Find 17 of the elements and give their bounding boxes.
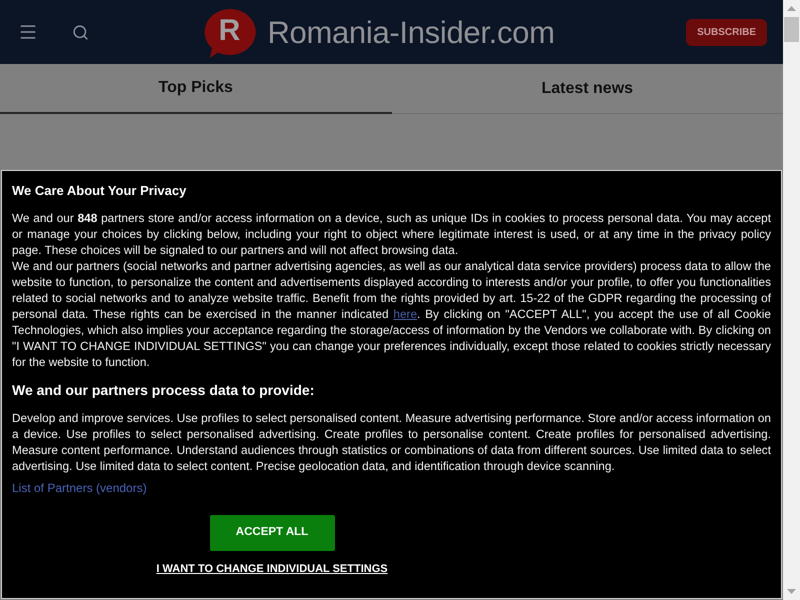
subscribe-button[interactable]: SUBSCRIBE <box>686 18 767 46</box>
scroll-thumb[interactable] <box>784 17 799 42</box>
partners-link[interactable]: List of Partners (vendors) <box>12 480 147 496</box>
purposes-paragraph: Develop and improve services. Use profiles to select personalised content. Measure advertising performance. Store and/or access information on a device. Use profiles to select personalised advertising. Create profiles to personalise content. Create profiles for personalised advertising. Measure content performance. Understand audiences through statistics or combinations of data from different sources. Use limited data to select advertising. Use limited data to select content. Precise geolocation data, and identification through device scanning. <box>12 410 771 474</box>
search-icon <box>72 24 88 40</box>
consent-paragraph: We and our partners (social networks and partner advertising agencies, as well as our analytical data service providers) process data to allow the website to function, to personalize the content and advertisements displayed according to interests and/or your profile, to offer you functionalities related to social networks and to analyze website traffic. Benefit from the rights provided by art. 15-22 of the GDPR regarding the processing of personal data. These rights can be exercised in the manner indicated here. By clicking on "ACCEPT ALL", you accept the use of all Cookie Technologies, which also implies your acceptance regarding the storage/access of information by the Vendors we collaborate with. By clicking on "I WANT TO CHANGE INDIVIDUAL SETTINGS" you can change your preferences individually, except those related to cookies strictly necessary for the website to function. <box>12 258 771 370</box>
logo-letter: R <box>218 16 240 46</box>
logo-text: Romania-Insider.com <box>267 16 555 48</box>
here-link[interactable]: here <box>393 307 418 321</box>
scroll-down-icon <box>787 589 796 594</box>
accept-all-button[interactable]: ACCEPT ALL <box>210 515 334 551</box>
change-settings-link[interactable]: I WANT TO CHANGE INDIVIDUAL SETTINGS <box>156 562 388 576</box>
purposes-heading: We and our partners process data to provide: <box>12 382 316 398</box>
dialog-title: We Care About Your Privacy <box>12 183 188 199</box>
scroll-up-icon <box>787 6 796 11</box>
consent-paragraph: We and our 848 partners store and/or access information on a device, such as unique IDs in cookies to process personal data. You may accept or manage your choices by clicking below, including your right to object where legitimate interest is used, or at any time in the privacy policy page. These choices will be signaled to our partners and will not affect browsing data. <box>12 210 771 258</box>
scrollbar-track[interactable] <box>783 0 800 600</box>
